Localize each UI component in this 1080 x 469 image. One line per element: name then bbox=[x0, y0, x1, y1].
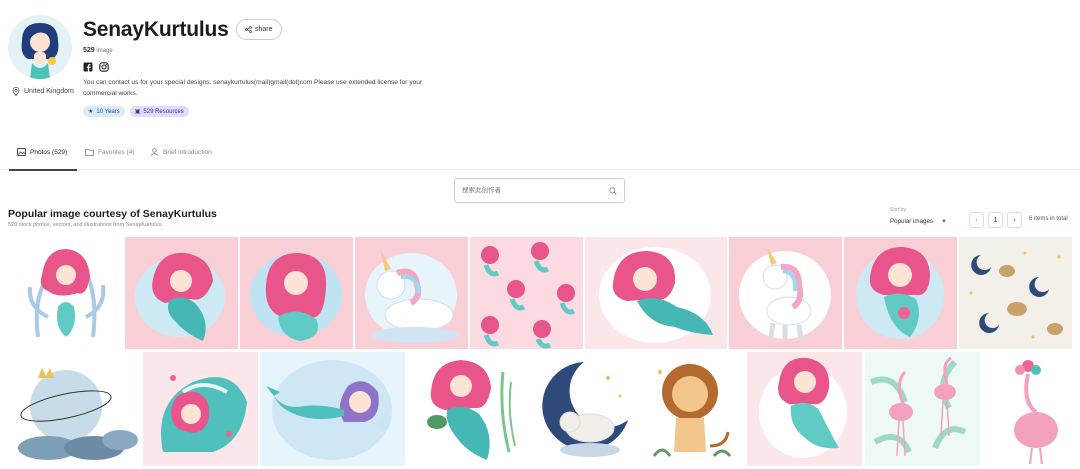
user-icon bbox=[150, 148, 159, 156]
gallery-item[interactable] bbox=[240, 237, 353, 349]
gallery-item[interactable] bbox=[470, 237, 583, 349]
years-badge: ★ 10 Years bbox=[83, 106, 125, 117]
mermaid-turtle-image bbox=[407, 352, 521, 466]
gallery-item[interactable] bbox=[125, 237, 238, 349]
gallery-item[interactable] bbox=[844, 237, 957, 349]
share-button[interactable]: share bbox=[236, 19, 282, 40]
location-pin-icon bbox=[12, 87, 20, 96]
unicorn-resting-image bbox=[355, 237, 468, 349]
sort-dropdown[interactable]: Popular images ▼ bbox=[890, 218, 947, 225]
star-icon: ★ bbox=[88, 109, 94, 115]
location: United Kingdom bbox=[12, 87, 74, 96]
pink-mermaid-image bbox=[844, 237, 957, 349]
mermaid-pattern-image bbox=[470, 237, 583, 349]
gallery-item[interactable] bbox=[865, 352, 980, 466]
gallery-item[interactable] bbox=[585, 237, 727, 349]
folder-icon bbox=[85, 148, 94, 156]
mermaid-bubble-image bbox=[747, 352, 862, 466]
items-total: 6 items in total bbox=[1029, 216, 1068, 222]
share-icon bbox=[245, 26, 252, 33]
gallery-item[interactable] bbox=[143, 352, 258, 466]
location-label: United Kingdom bbox=[24, 88, 74, 95]
next-page-button[interactable]: › bbox=[1007, 212, 1022, 228]
section-title: Popular image courtesy of SenayKurtulus bbox=[8, 208, 217, 220]
rainbow-unicorn-image bbox=[729, 237, 842, 349]
gallery-item[interactable] bbox=[407, 352, 521, 466]
tab-photos[interactable]: Photos (529) bbox=[17, 148, 67, 156]
search-input[interactable] bbox=[462, 187, 609, 194]
avatar[interactable] bbox=[8, 15, 72, 79]
resources-badge-label: 529 Resources bbox=[143, 108, 184, 115]
gallery-item[interactable] bbox=[260, 352, 405, 466]
share-label: share bbox=[255, 26, 273, 33]
gallery-item[interactable] bbox=[747, 352, 862, 466]
flamingo-tropical-image bbox=[865, 352, 980, 466]
lion-image bbox=[640, 352, 744, 466]
creator-search[interactable] bbox=[454, 178, 625, 203]
tab-favorites[interactable]: Favorites (4) bbox=[85, 148, 134, 156]
mermaid-starfish-image bbox=[125, 237, 238, 349]
moon-stars-pattern-image bbox=[959, 237, 1072, 349]
resources-icon: ▣ bbox=[134, 109, 141, 115]
search-icon[interactable] bbox=[609, 186, 617, 195]
mermaid-wave-image bbox=[143, 352, 258, 466]
gallery-item[interactable] bbox=[524, 352, 638, 466]
prev-page-button[interactable]: ‹ bbox=[969, 212, 984, 228]
image-count-unit: image bbox=[96, 48, 113, 54]
gallery-item[interactable] bbox=[959, 237, 1072, 349]
section-subtitle: 529 stock photos, vectors, and illustrat… bbox=[8, 222, 163, 228]
image-count: 529 image bbox=[83, 47, 113, 54]
profile-badges: ★ 10 Years ▣ 529 Resources bbox=[83, 106, 189, 117]
gallery-item[interactable] bbox=[729, 237, 842, 349]
tab-favorites-label: Favorites (4) bbox=[98, 148, 135, 156]
instagram-icon[interactable] bbox=[99, 62, 109, 72]
facebook-icon[interactable] bbox=[83, 62, 93, 72]
gallery-item[interactable] bbox=[982, 352, 1072, 466]
sort-by-label: Sort by bbox=[890, 207, 906, 213]
gallery-item[interactable] bbox=[355, 237, 468, 349]
profile-description: You can contact us for your special desi… bbox=[83, 79, 423, 97]
image-count-value: 529 bbox=[83, 47, 95, 54]
flamingo-flowers-image bbox=[982, 352, 1072, 466]
gallery-item[interactable] bbox=[640, 352, 744, 466]
mermaid-shell-image bbox=[585, 237, 727, 349]
profile-tabs: Photos (529) Favorites (4) Brief introdu… bbox=[0, 140, 1080, 171]
gallery-item[interactable] bbox=[8, 237, 123, 349]
sleeping-moon-image bbox=[8, 352, 140, 466]
profile-name: SenayKurtulus bbox=[83, 18, 229, 41]
tab-photos-label: Photos (529) bbox=[30, 148, 68, 156]
tab-brief-introduction[interactable]: Brief introduction bbox=[150, 148, 212, 156]
lamb-on-moon-image bbox=[524, 352, 638, 466]
active-tab-indicator bbox=[9, 169, 77, 171]
tab-brief-label: Brief introduction bbox=[163, 148, 212, 156]
social-links bbox=[83, 62, 109, 72]
years-badge-label: 10 Years bbox=[96, 108, 120, 115]
resources-badge: ▣ 529 Resources bbox=[129, 106, 189, 117]
pagination: ‹ 1 › bbox=[969, 212, 1022, 228]
current-page[interactable]: 1 bbox=[988, 212, 1003, 228]
chevron-down-icon: ▼ bbox=[941, 218, 947, 225]
sleeping-mermaid-image bbox=[240, 237, 353, 349]
mermaid-coral-image bbox=[8, 237, 123, 349]
sort-value: Popular images bbox=[890, 218, 933, 225]
gallery-item[interactable] bbox=[8, 352, 140, 466]
purple-mermaid-image bbox=[260, 352, 405, 466]
photo-icon bbox=[17, 148, 26, 156]
